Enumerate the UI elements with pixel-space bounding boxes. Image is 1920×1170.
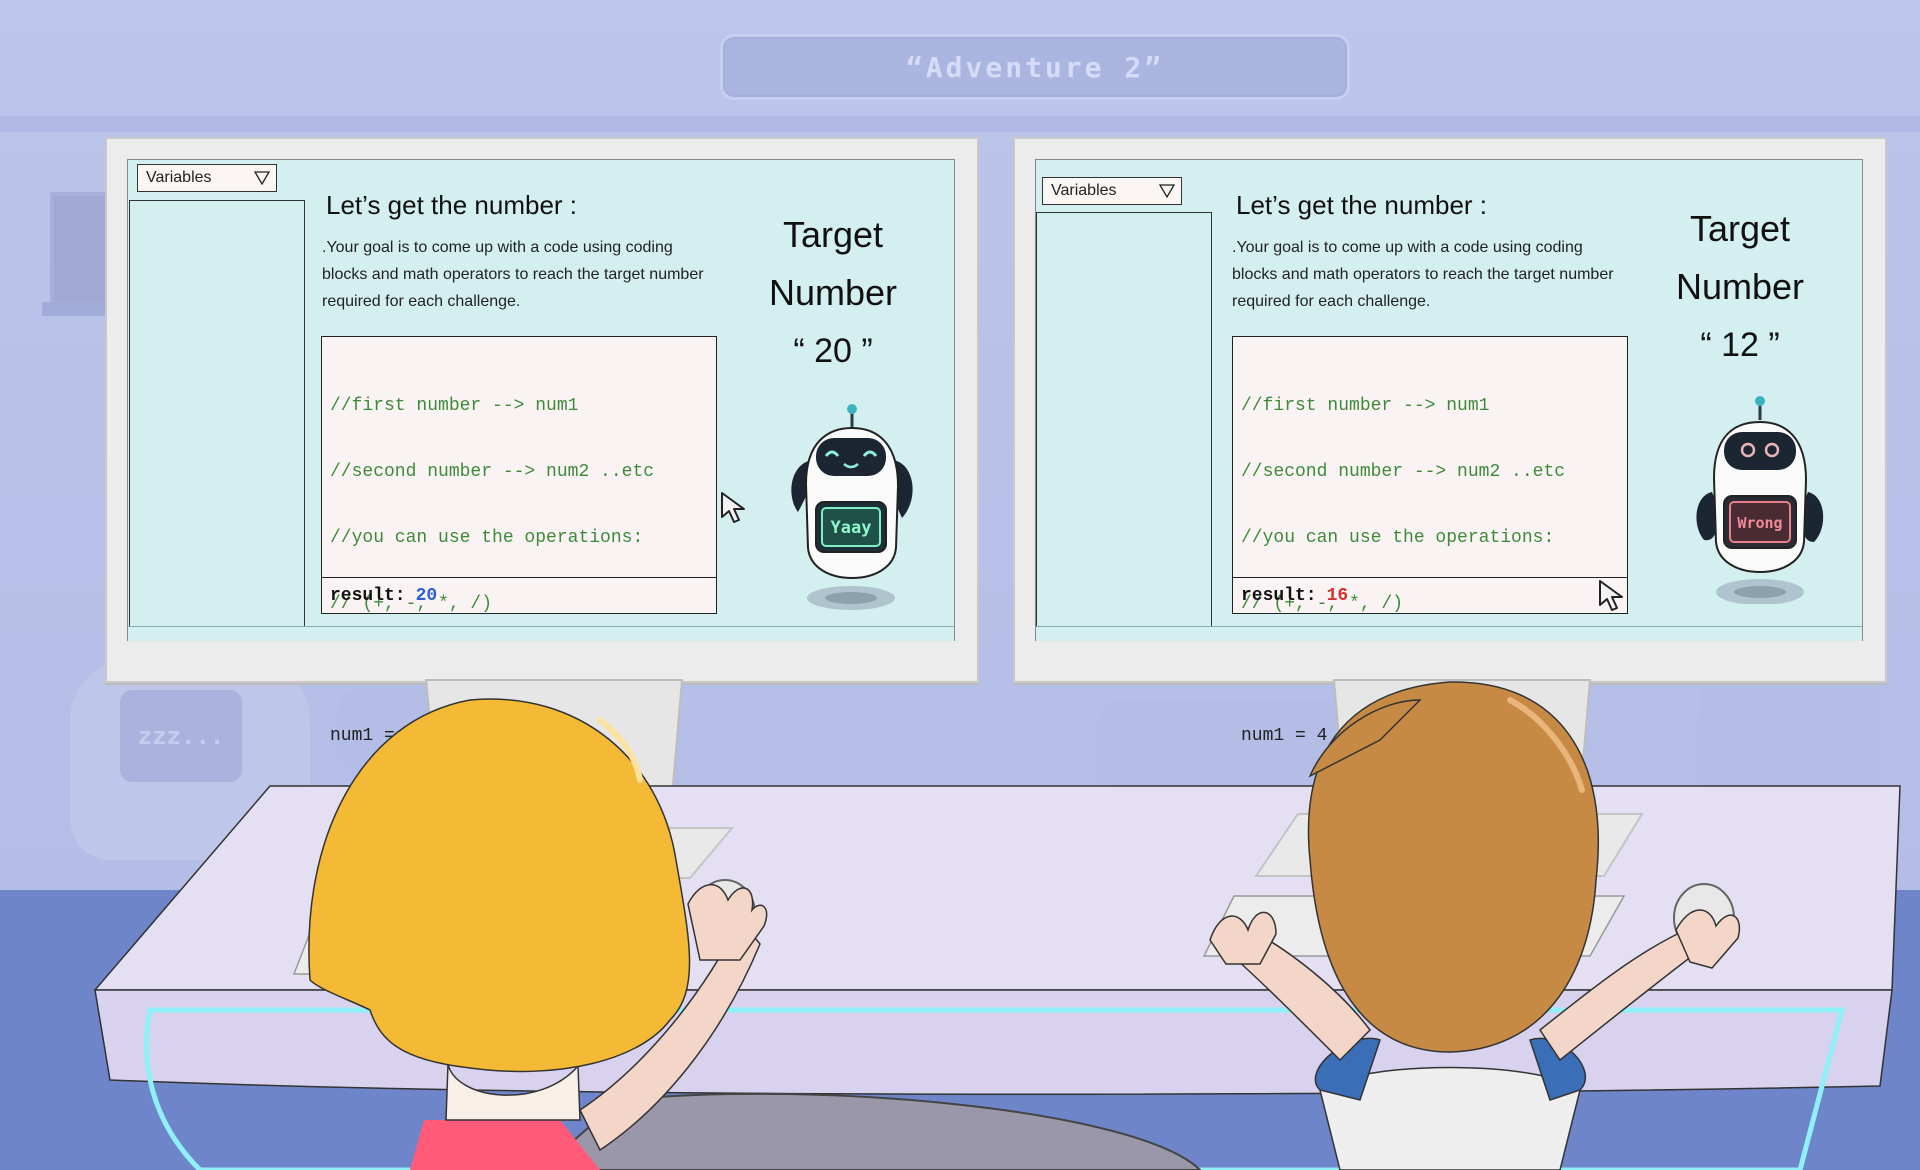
- code-line: return result: [1241, 924, 1382, 944]
- code-line: num1 = 4: [1241, 726, 1328, 746]
- target-panel: Target Number “ 20 ”: [733, 206, 933, 380]
- monitor-left: Variables Let’s get the number : .Your g…: [105, 137, 979, 944]
- variables-panel[interactable]: [129, 200, 305, 628]
- background-cabinet: [1700, 680, 1880, 800]
- code-comment: //first number --> num1: [330, 396, 579, 416]
- code-line: result = num1 * num2: [1241, 858, 1458, 878]
- code-screen: Variables Let’s get the number : .Your g…: [1035, 159, 1863, 944]
- code-line: num2 = 4: [1241, 792, 1328, 812]
- robot-screen-text: Wrong: [1737, 514, 1782, 532]
- number-label: Number: [768, 272, 898, 313]
- result-output: result: 16: [1233, 577, 1627, 613]
- challenge-description: .Your goal is to come up with a code usi…: [1232, 239, 1614, 310]
- target-label: Target: [1689, 208, 1791, 249]
- target-value: “ 20 ”: [793, 332, 873, 370]
- background-robot-screen: zzz...: [120, 690, 242, 782]
- variables-dropdown[interactable]: Variables: [1042, 177, 1182, 205]
- number-label: Number: [1675, 266, 1805, 307]
- challenge-heading: Let’s get the number :: [326, 190, 578, 220]
- code-line: result = num1 + num2: [330, 858, 547, 878]
- result-value: 16: [1326, 585, 1349, 606]
- floor: [0, 890, 1920, 1170]
- cursor-arrow-icon: [1599, 580, 1623, 611]
- code-editor[interactable]: //first number --> num1 //second number …: [1232, 336, 1628, 944]
- status-bar: [1036, 626, 1862, 641]
- cursor-arrow-icon: [721, 492, 745, 523]
- title-banner: “Adventure 2”: [720, 34, 1350, 100]
- target-value: “ 12 ”: [1700, 326, 1780, 364]
- result-value: 20: [415, 585, 438, 606]
- code-line: num2 = 5: [330, 792, 417, 812]
- dropdown-label: Variables: [1051, 182, 1117, 199]
- result-label: result:: [1241, 585, 1317, 606]
- variables-panel[interactable]: [1036, 212, 1212, 628]
- code-line: return result: [330, 924, 471, 944]
- dropdown-label: Variables: [146, 169, 212, 186]
- code-comment: //second number --> num2 ..etc: [1241, 462, 1566, 482]
- code-text: //first number --> num1 //second number …: [330, 351, 708, 989]
- result-label: result:: [330, 585, 406, 606]
- monitor-right: Variables Let’s get the number : .Your g…: [1013, 137, 1887, 944]
- wall-ledge: [0, 116, 1920, 132]
- code-comment: //first number --> num1: [1241, 396, 1490, 416]
- code-comment: //you can use the operations:: [330, 528, 644, 548]
- result-output: result: 20: [322, 577, 716, 613]
- code-line: num1 = 15: [330, 726, 428, 746]
- code-editor[interactable]: //first number --> num1 //second number …: [321, 336, 717, 944]
- code-comment: //second number --> num2 ..etc: [330, 462, 655, 482]
- happy-robot-icon: Yaay: [791, 404, 913, 610]
- robot-screen-text: Yaay: [831, 518, 872, 538]
- status-bar: [128, 626, 954, 641]
- variables-dropdown[interactable]: Variables: [137, 164, 277, 192]
- code-screen: Variables Let’s get the number : .Your g…: [127, 159, 955, 944]
- challenge-heading: Let’s get the number :: [1236, 190, 1488, 220]
- code-comment: //you can use the operations:: [1241, 528, 1555, 548]
- chevron-down-icon: [1159, 184, 1175, 198]
- target-label: Target: [782, 214, 884, 255]
- sad-robot-icon: Wrong: [1696, 396, 1824, 604]
- game-scene: “Adventure 2” zzz... Variables Let’s get…: [0, 0, 1920, 1170]
- target-panel: Target Number “ 12 ”: [1640, 200, 1840, 374]
- chevron-down-icon: [254, 171, 270, 185]
- code-text: //first number --> num1 //second number …: [1241, 351, 1619, 989]
- challenge-description: .Your goal is to come up with a code usi…: [322, 239, 704, 310]
